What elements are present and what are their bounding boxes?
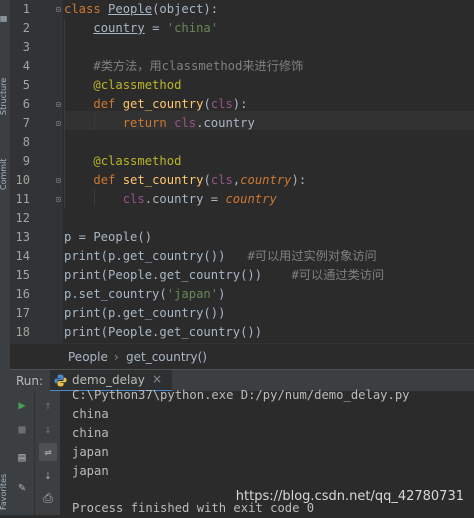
code-line-11: cls.country = country xyxy=(122,192,277,206)
code-line-9: @classmethod xyxy=(93,154,182,168)
stop-icon[interactable]: ■ xyxy=(13,420,31,438)
line-number: 3 xyxy=(22,40,30,54)
structure-tool-tab[interactable]: Structure xyxy=(0,55,11,115)
line-number: 1 xyxy=(22,2,30,16)
code-line-18: print(People.get_country()) xyxy=(64,325,263,339)
code-line-1: class People(object): xyxy=(64,2,219,16)
run-toolbar-secondary: ↑ ↓ ⇌ ⇣ ⎙ xyxy=(34,391,61,515)
line-number: 9 xyxy=(22,154,30,168)
line-number: 16 xyxy=(15,287,30,301)
code-line-2: country = 'china' xyxy=(93,21,219,35)
code-line-7: return cls.country xyxy=(122,116,255,130)
console-line: china xyxy=(72,407,109,421)
line-number: 4 xyxy=(22,59,30,73)
commit-tool-tab[interactable]: Commit xyxy=(0,140,11,190)
play-icon[interactable]: ▶ xyxy=(13,396,31,414)
line-number: 6 xyxy=(22,97,30,111)
console-line: japan xyxy=(72,464,109,478)
line-number: 18 xyxy=(15,325,30,339)
fold-end-marker-icon[interactable]: ⊡ xyxy=(56,196,63,204)
fold-marker-icon[interactable]: ⊟ xyxy=(56,6,63,14)
code-line-5: @classmethod xyxy=(93,78,182,92)
fold-marker-icon[interactable]: ⊟ xyxy=(56,177,63,185)
line-number: 14 xyxy=(15,249,30,263)
code-line-14: print(p.get_country()) #可以用过实例对象访问 xyxy=(64,249,377,263)
code-line-6: def get_country(cls): xyxy=(93,97,248,111)
console-line: japan xyxy=(72,445,109,459)
tool-tab-top[interactable]: ▦ xyxy=(0,2,11,24)
scroll-to-end-icon[interactable]: ⇣ xyxy=(39,466,57,484)
line-number: 5 xyxy=(22,78,30,92)
run-tab-label: demo_delay xyxy=(72,373,145,387)
close-icon[interactable]: × xyxy=(152,372,162,386)
breadcrumb-method[interactable]: get_country() xyxy=(126,350,207,364)
code-line-15: print(People.get_country()) #可以通过类访问 xyxy=(64,268,385,282)
breadcrumb-class[interactable]: People xyxy=(68,350,108,364)
console-line: china xyxy=(72,426,109,440)
line-number: 8 xyxy=(22,135,30,149)
run-label: Run: xyxy=(16,374,44,388)
line-number: 2 xyxy=(22,21,30,35)
line-number: 11 xyxy=(15,192,30,206)
line-number: 10 xyxy=(15,173,30,187)
line-number: 13 xyxy=(15,230,30,244)
code-line-16: p.set_country('japan') xyxy=(64,287,226,301)
pin-icon[interactable]: ✎ xyxy=(13,478,31,496)
layout-icon[interactable]: ▤ xyxy=(13,448,31,466)
print-icon[interactable]: ⎙ xyxy=(39,489,57,507)
code-line-17: print(p.get_country()) xyxy=(64,306,226,320)
breadcrumb: People › get_country() xyxy=(10,343,474,370)
arrow-down-icon[interactable]: ↓ xyxy=(39,420,57,438)
watermark: https://blog.csdn.net/qq_42780731 xyxy=(235,489,464,504)
breadcrumb-separator: › xyxy=(114,350,119,364)
code-line-4: #类方法，用classmethod来进行修饰 xyxy=(93,59,304,73)
line-number: 12 xyxy=(15,211,30,225)
arrow-up-icon[interactable]: ↑ xyxy=(39,396,57,414)
code-line-13: p = People() xyxy=(64,230,153,244)
line-number: 7 xyxy=(22,116,30,130)
console-command: C:\Python37\python.exe D:/py/num/demo_de… xyxy=(72,388,410,402)
line-number: 15 xyxy=(15,268,30,282)
line-number: 17 xyxy=(15,306,30,320)
soft-wrap-icon[interactable]: ⇌ xyxy=(39,443,57,461)
fold-marker-icon[interactable]: ⊟ xyxy=(56,101,63,109)
code-line-10: def set_country(cls,country): xyxy=(93,173,307,187)
run-toolbar-primary: ▶ ■ ▤ ✎ xyxy=(10,391,34,515)
fold-end-marker-icon[interactable]: ⊡ xyxy=(56,120,63,128)
python-icon xyxy=(54,374,67,387)
